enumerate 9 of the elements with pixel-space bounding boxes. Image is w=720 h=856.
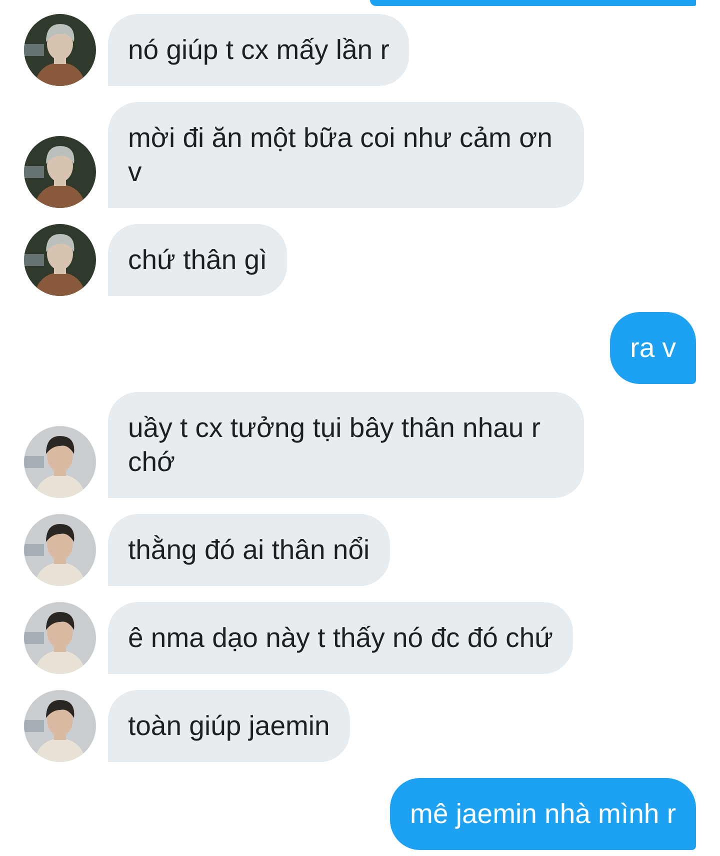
message-bubble: thằng đó ai thân nổi [108,514,390,586]
message-bubble: mê jaemin nhà mình r [390,778,696,850]
message-bubble: ê nma dạo này t thấy nó đc đó chứ [108,602,574,674]
message-bubble: chứ thân gì [108,224,288,296]
message-bubble: nó giúp t cx mấy lần r [108,14,410,86]
message-bubble: mời đi ăn một bữa coi như cảm ơn v [108,102,584,208]
message-bubble: toàn giúp jaemin [108,690,350,762]
message-bubble: ra v [610,312,696,384]
message-bubble: uầy t cx tưởng tụi bây thân nhau r chớ [108,392,584,498]
